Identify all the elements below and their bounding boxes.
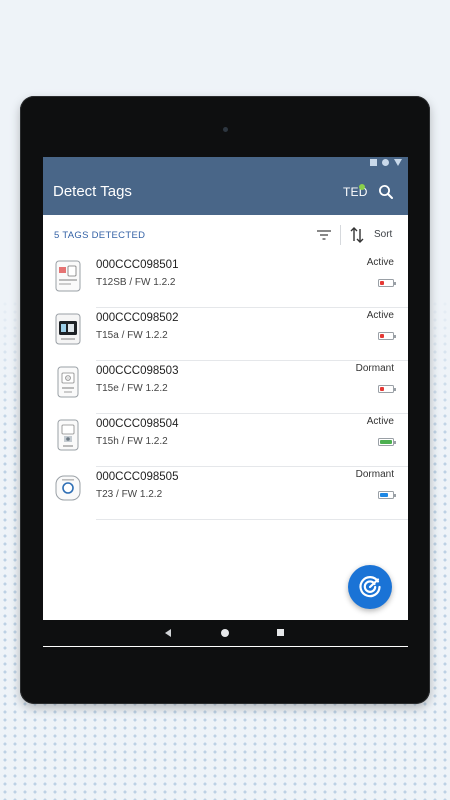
tag-row[interactable]: 000CCC098504 T15h / FW 1.2.2 Active <box>43 414 408 467</box>
status-bar <box>43 157 408 169</box>
sort-label: Sort <box>374 229 393 240</box>
battery-level <box>380 387 384 391</box>
tag-model-firmware: T15e / FW 1.2.2 <box>96 383 168 394</box>
recents-icon[interactable] <box>277 629 284 636</box>
tag-state: Dormant <box>355 363 394 374</box>
list-toolbar: 5 TAGS DETECTED Sort <box>43 215 408 255</box>
tag-row[interactable]: 000CCC098501 T12SB / FW 1.2.2 Active <box>43 255 408 308</box>
tag-device-t15a-icon <box>55 313 81 345</box>
tag-count-label: 5 TAGS DETECTED <box>54 230 146 241</box>
tag-list: 000CCC098501 T12SB / FW 1.2.2 Active 000… <box>43 255 408 520</box>
tag-model-firmware: T23 / FW 1.2.2 <box>96 489 163 500</box>
tag-id: 000CCC098501 <box>96 259 179 271</box>
sort-arrows-icon <box>350 227 364 243</box>
tag-id: 000CCC098502 <box>96 312 179 324</box>
search-button[interactable] <box>377 183 395 201</box>
battery-icon <box>378 385 396 393</box>
square-icon <box>370 159 377 166</box>
tag-model-firmware: T15a / FW 1.2.2 <box>96 330 168 341</box>
toolbar-divider <box>340 225 341 245</box>
tag-state: Active <box>366 257 394 268</box>
battery-icon <box>378 332 396 340</box>
tag-row[interactable]: 000CCC098503 T15e / FW 1.2.2 Dormant <box>43 361 408 414</box>
battery-level <box>380 281 384 285</box>
battery-level <box>380 440 392 444</box>
back-icon[interactable] <box>165 629 171 637</box>
app-screen: Detect Tags TED 5 TAGS DETECTED Sort 000… <box>43 157 408 647</box>
scan-radar-icon <box>359 576 381 598</box>
battery-level <box>380 334 384 338</box>
filter-icon <box>317 230 331 240</box>
tag-device-t23-icon <box>55 475 81 501</box>
battery-icon <box>378 438 396 446</box>
circle-icon <box>382 159 389 166</box>
tag-state: Dormant <box>355 469 394 480</box>
front-camera <box>223 127 228 132</box>
sort-button[interactable]: Sort <box>349 225 401 245</box>
battery-level <box>380 493 389 497</box>
filter-button[interactable] <box>315 227 333 243</box>
triangle-icon <box>394 159 402 166</box>
tag-id: 000CCC098504 <box>96 418 179 430</box>
home-icon[interactable] <box>221 629 229 637</box>
tag-model-firmware: T15h / FW 1.2.2 <box>96 436 168 447</box>
search-icon <box>379 185 393 199</box>
row-divider <box>96 519 408 520</box>
tag-device-t15e-icon <box>57 366 79 398</box>
tag-model-firmware: T12SB / FW 1.2.2 <box>96 277 176 288</box>
page-title: Detect Tags <box>53 183 132 200</box>
tag-id: 000CCC098503 <box>96 365 179 377</box>
user-status-indicator <box>359 184 365 190</box>
tag-row[interactable]: 000CCC098502 T15a / FW 1.2.2 Active <box>43 308 408 361</box>
tag-state: Active <box>366 310 394 321</box>
tag-id: 000CCC098505 <box>96 471 179 483</box>
tag-state: Active <box>366 416 394 427</box>
battery-icon <box>378 491 396 499</box>
app-bar: Detect Tags TED <box>43 169 408 215</box>
tag-device-t12sb-icon <box>55 260 81 292</box>
battery-icon <box>378 279 396 287</box>
system-nav-bar <box>43 620 408 646</box>
scan-fab-button[interactable] <box>348 565 392 609</box>
tag-device-t15h-icon <box>57 419 79 451</box>
tag-row[interactable]: 000CCC098505 T23 / FW 1.2.2 Dormant <box>43 467 408 520</box>
